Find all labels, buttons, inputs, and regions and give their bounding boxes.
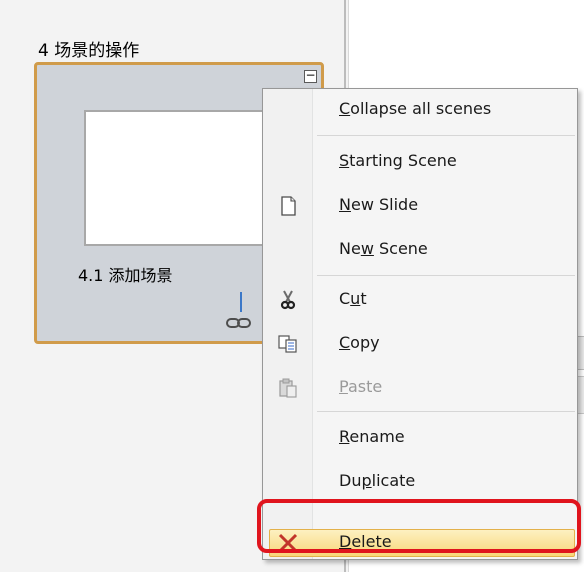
menu-item-copy[interactable]: Copy	[263, 323, 577, 365]
copy-icon	[278, 335, 297, 353]
menu-separator	[317, 275, 575, 276]
menu-item-new-slide[interactable]: New Slide	[263, 185, 577, 227]
menu-item-paste[interactable]: Paste	[263, 367, 577, 409]
menu-item-collapse-all-scenes[interactable]: Collapse all scenes	[263, 89, 577, 131]
slide-title: 4.1 添加场景	[78, 266, 173, 285]
delete-highlight-annotation	[257, 499, 581, 553]
paste-icon	[279, 378, 297, 398]
scissors-icon	[280, 290, 296, 310]
new-slide-icon	[281, 196, 296, 216]
menu-item-starting-scene[interactable]: Starting Scene	[263, 141, 577, 183]
link-icon	[226, 318, 251, 328]
menu-item-label: Duplicate	[339, 471, 416, 490]
menu-item-label: Cut	[339, 289, 367, 308]
menu-item-label: New Slide	[339, 195, 419, 214]
link-connector	[240, 292, 242, 312]
menu-separator	[317, 411, 575, 412]
context-menu: Collapse all scenes Starting Scene New S…	[262, 88, 578, 560]
menu-item-label: Rename	[339, 427, 405, 446]
menu-item-label: Paste	[339, 377, 383, 396]
menu-item-rename[interactable]: Rename	[263, 417, 577, 459]
menu-item-duplicate[interactable]: Duplicate	[263, 461, 577, 503]
menu-item-cut[interactable]: Cut	[263, 279, 577, 321]
menu-item-label: Collapse all scenes	[339, 99, 492, 118]
menu-item-label: New Scene	[339, 239, 428, 258]
section-title[interactable]: 4 场景的操作	[38, 36, 139, 61]
menu-item-new-scene[interactable]: New Scene	[263, 229, 577, 271]
menu-separator	[317, 135, 575, 136]
menu-item-label: Starting Scene	[339, 151, 457, 170]
menu-item-label: Copy	[339, 333, 380, 352]
collapse-scene-icon[interactable]: −	[304, 69, 317, 83]
